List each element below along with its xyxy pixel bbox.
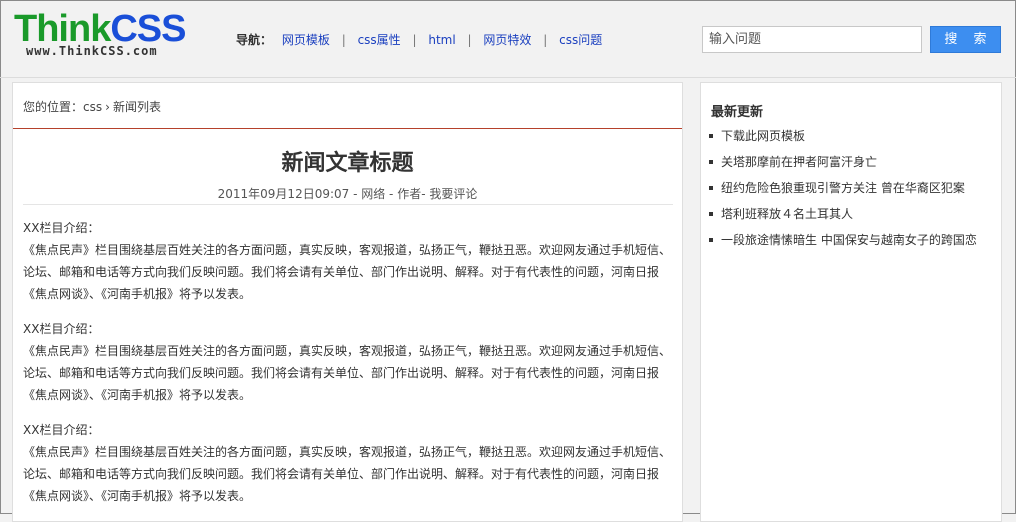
news-item-label: 关塔那摩前在押者阿富汗身亡 — [721, 155, 878, 169]
nav-item-web-effects[interactable]: 网页特效 — [483, 33, 531, 47]
nav-item-html[interactable]: html — [428, 33, 455, 47]
article-panel: 您的位置：css › 新闻列表 新闻文章标题 2011年09月12日09:07 - … — [12, 82, 683, 522]
nav-separator: | — [543, 33, 548, 47]
bullet-icon — [709, 238, 713, 242]
logo-url: www.ThinkCSS.com — [26, 44, 158, 58]
news-item[interactable]: 下载此网页模板 — [709, 127, 977, 153]
article-paragraph: XX栏目介绍： 《焦点民声》栏目围绕基层百姓关注的各方面问题，真实反映，客观报道… — [23, 419, 673, 507]
nav-separator: | — [412, 33, 417, 47]
news-item-label: 下载此网页模板 — [721, 129, 806, 143]
nav-separator: | — [341, 33, 346, 47]
bullet-icon — [709, 212, 713, 216]
paragraph-body: 《焦点民声》栏目围绕基层百姓关注的各方面问题，真实反映，客观报道，弘扬正气，鞭挞… — [23, 344, 672, 402]
site-logo[interactable]: ThinkCSS www.ThinkCSS.com — [14, 8, 186, 64]
paragraph-body: 《焦点民声》栏目围绕基层百姓关注的各方面问题，真实反映，客观报道，弘扬正气，鞭挞… — [23, 445, 672, 503]
header-divider — [0, 77, 1016, 78]
nav-label: 导航： — [236, 33, 273, 47]
sidebar-latest-updates: 最新更新 下载此网页模板 关塔那摩前在押者阿富汗身亡 纽约危险色狼重现引警方关注… — [700, 82, 1002, 522]
breadcrumb-divider — [13, 128, 682, 129]
nav-item-css-questions[interactable]: css问题 — [559, 33, 602, 47]
article-paragraph: XX栏目介绍： 《焦点民声》栏目围绕基层百姓关注的各方面问题，真实反映，客观报道… — [23, 318, 673, 406]
sidebar-title: 最新更新 — [711, 105, 764, 120]
article-meta: 2011年09月12日09:07 - 网络 - 作者- 我要评论 — [217, 187, 478, 201]
news-item[interactable]: 一段旅途情愫暗生 中国保安与越南女子的跨国恋 — [709, 231, 977, 257]
news-item-label: 纽约危险色狼重现引警方关注 曾在华裔区犯案 — [721, 181, 965, 195]
paragraph-heading: XX栏目介绍： — [23, 322, 100, 336]
logo-wordmark: ThinkCSS — [14, 8, 186, 50]
main-nav: 导航： 网页模板 | css属性 | html | 网页特效 | css问题 — [236, 31, 602, 48]
paragraph-heading: XX栏目介绍： — [23, 221, 100, 235]
breadcrumb-prefix: 您的位置： — [23, 100, 84, 114]
paragraph-body: 《焦点民声》栏目围绕基层百姓关注的各方面问题，真实反映，客观报道，弘扬正气，鞭挞… — [23, 243, 672, 301]
nav-item-css-properties[interactable]: css属性 — [358, 33, 401, 47]
breadcrumb-item-news-list[interactable]: 新闻列表 — [113, 100, 161, 114]
search-input[interactable] — [702, 26, 922, 53]
breadcrumb: 您的位置：css › 新闻列表 — [23, 98, 161, 115]
news-item-label: 塔利班释放４名土耳其人 — [721, 207, 854, 221]
article-content: XX栏目介绍： 《焦点民声》栏目围绕基层百姓关注的各方面问题，真实反映，客观报道… — [23, 217, 673, 520]
breadcrumb-separator: › — [105, 100, 110, 114]
bullet-icon — [709, 186, 713, 190]
news-item[interactable]: 塔利班释放４名土耳其人 — [709, 205, 977, 231]
paragraph-heading: XX栏目介绍： — [23, 423, 100, 437]
bullet-icon — [709, 134, 713, 138]
bullet-icon — [709, 160, 713, 164]
breadcrumb-item-css[interactable]: css — [83, 100, 102, 114]
search-button[interactable]: 搜 索 — [930, 26, 1001, 53]
news-item-label: 一段旅途情愫暗生 中国保安与越南女子的跨国恋 — [721, 233, 977, 247]
article-title: 新闻文章标题 — [281, 151, 414, 176]
news-item[interactable]: 关塔那摩前在押者阿富汗身亡 — [709, 153, 977, 179]
news-list: 下载此网页模板 关塔那摩前在押者阿富汗身亡 纽约危险色狼重现引警方关注 曾在华裔… — [709, 127, 977, 257]
nav-item-web-templates[interactable]: 网页模板 — [282, 33, 330, 47]
article-paragraph: XX栏目介绍： 《焦点民声》栏目围绕基层百姓关注的各方面问题，真实反映，客观报道… — [23, 217, 673, 305]
meta-divider — [23, 204, 673, 205]
nav-separator: | — [467, 33, 472, 47]
news-item[interactable]: 纽约危险色狼重现引警方关注 曾在华裔区犯案 — [709, 179, 977, 205]
